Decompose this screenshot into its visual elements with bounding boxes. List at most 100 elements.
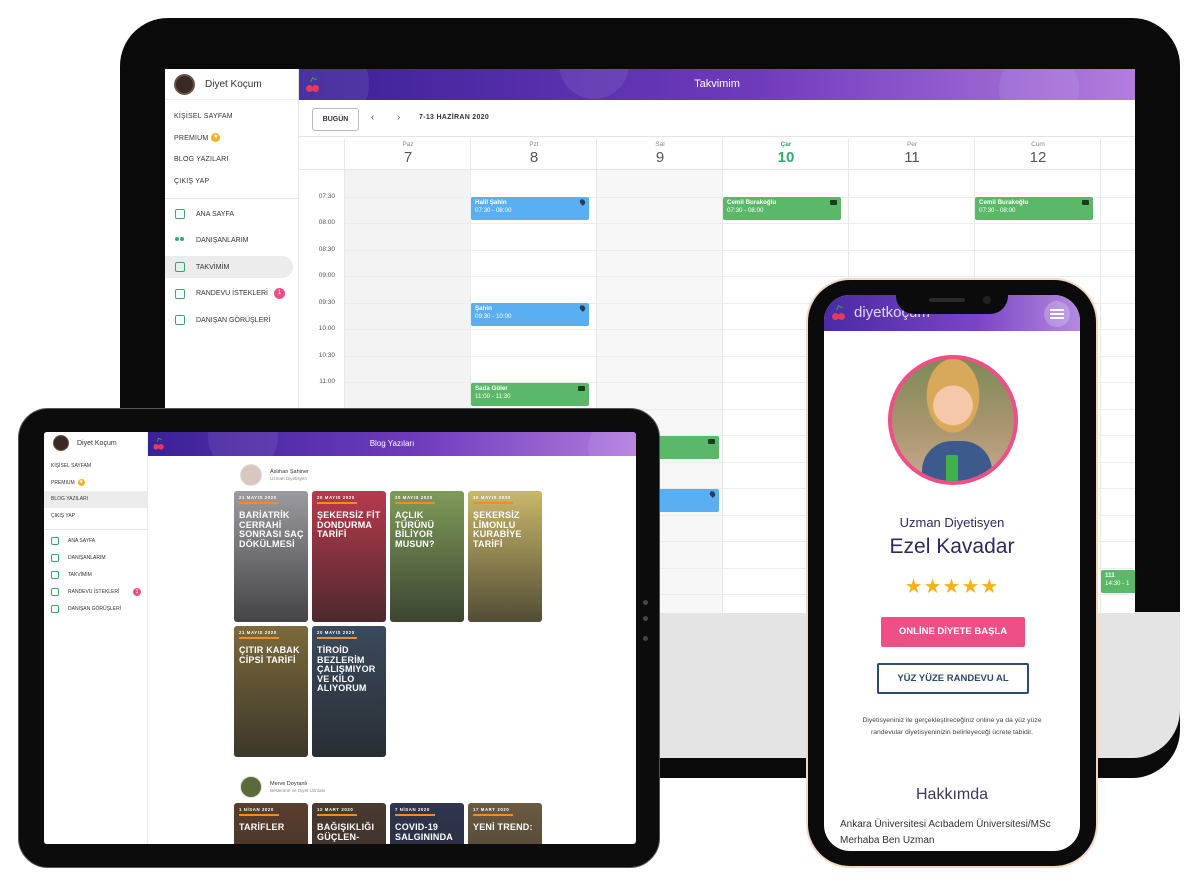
blog-card[interactable]: 20 MAYIS 2020 ŞEKERSİZ FİT DONDURMA TARİF… [312,491,386,622]
blog-card[interactable]: 21 MAYIS 2020 BARİATRİK CERRAHİ SONRASI S… [234,491,308,622]
blog-card[interactable]: 1 NİSAN 2020 TARİFLER [234,803,308,844]
calendar-event[interactable]: Şahin 09:30 - 10:00 [471,303,589,326]
image-icon [175,315,185,325]
blog-card[interactable]: 20 MAYIS 2020 TİROİD BEZLERİM ÇALIŞMIYOR … [312,626,386,757]
link-blog[interactable]: BLOG YAZILARI [44,491,147,508]
cherry-logo-icon [832,305,846,320]
dashboard-icon [175,209,185,219]
dietitian-name: Ezel Kavadar [889,535,1015,558]
sidebar-item-requests[interactable]: RANDEVU İSTEKLERİ 1 [165,283,293,305]
link-personal-page[interactable]: KİŞİSEL SAYFAM [44,458,147,475]
sidebar-item-calendar[interactable]: TAKVİMİM [44,566,147,583]
sidebar-item-reviews[interactable]: DANIŞAN GÖRÜŞLERİ [44,600,147,617]
sidebar-item-reviews[interactable]: DANIŞAN GÖRÜŞLERİ [165,309,293,331]
day-number: 8 [529,149,539,166]
card-date: 1 NİSAN 2020 [239,807,274,812]
sidebar-divider [165,198,298,199]
author-row[interactable]: Merve Doyranlı Beslenme ve Diyet Uzmanı [240,776,325,798]
calendar-event[interactable]: Cemil Burakoğlu 07:30 - 08:00 [975,197,1093,220]
day-header-wed[interactable]: Çar 10 [723,138,849,169]
calendar-check-icon [51,587,59,596]
day-header-mon[interactable]: Pzt 8 [471,138,597,169]
calendar-event[interactable]: 111 14:30 - 1 [1101,570,1135,593]
about-text: Ankara Üniversitesi Acıbadem Üniversites… [840,819,1051,846]
card-date: 20 MAYIS 2020 [317,630,355,635]
calendar-event[interactable]: Halil Şahin 07:30 - 08:00 [471,197,589,220]
card-accent [473,814,513,816]
sidebar-brand[interactable]: Diyet Koçum [165,69,298,100]
tablet-screen: Diyet Koçum KİŞİSEL SAYFAM PREMIUM ★ BLOG… [44,432,636,844]
link-premium[interactable]: PREMIUM ★ [44,475,147,492]
blog-card[interactable]: 21 MAYIS 2020 ÇITIR KABAK CİPSİ TARİFİ [234,626,308,757]
grid-line [344,250,1135,251]
event-time: 14:30 - 1 [1105,580,1130,587]
day-header-fri[interactable]: Cum 12 [975,138,1101,169]
today-button[interactable]: BUGÜN [312,108,359,131]
dietitian-photo [888,355,1018,485]
star-icon: ★ [77,478,85,486]
sidebar-item-label: RANDEVU İSTEKLERİ [196,290,268,297]
grid-line [344,223,1135,224]
video-camera-icon [708,439,715,444]
image-icon [51,604,59,613]
grid-line [344,276,1135,277]
event-time: 09:30 - 10:00 [475,313,512,320]
day-number: 9 [655,149,665,166]
card-title: BARİATRİK CERRAHİ SONRASI SAÇ DÖKÜLMESİ [239,510,304,549]
link-blog[interactable]: BLOG YAZILARI [165,149,298,171]
link-logout[interactable]: ÇIKIŞ YAP [165,171,298,193]
sidebar-item-home[interactable]: ANA SAYFA [165,203,293,225]
event-time: 07:30 - 08:00 [475,207,512,214]
book-in-person-button[interactable]: YÜZ YÜZE RANDEVU AL [877,663,1029,694]
menu-icon[interactable] [1044,301,1070,327]
link-personal-page[interactable]: KİŞİSEL SAYFAM [165,106,298,128]
sidebar-item-clients[interactable]: DANIŞANLARIM [165,230,293,252]
author-name: Merve Doyranlı [270,781,308,787]
blog-card[interactable]: 17 MART 2020 YENİ TREND: [468,803,542,844]
card-accent [473,502,513,504]
avatar [240,776,262,798]
day-header-tue[interactable]: Sal 9 [597,138,723,169]
sidebar-item-home[interactable]: ANA SAYFA [44,532,147,549]
card-accent [395,814,435,816]
blog-card[interactable]: 12 MART 2020 BAĞIŞIKLIĞI GÜÇLEN- [312,803,386,844]
link-premium[interactable]: PREMIUM ★ [165,128,298,150]
blog-card[interactable]: 20 MAYIS 2020 ŞEKERSİZ LİMONLU KURABİYE T… [468,491,542,622]
time-label: 08:30 [318,246,335,253]
rating-stars-icon: ★★★★★ [904,576,1000,598]
calendar-event[interactable]: Cemil Burakoğlu 07:30 - 08:00 [723,197,841,220]
card-accent [239,502,279,504]
card-date: 12 MART 2020 [317,807,354,812]
brand-name: Diyet Koçum [77,439,117,447]
sidebar-item-label: DANIŞANLARIM [68,554,106,561]
calendar-icon [175,262,185,272]
day-name: Pzt [529,141,539,148]
pricing-note: Diyetisyeniniz ile gerçekleştireceğiniz … [862,717,1042,736]
sidebar-item-label: RANDEVU İSTEKLERİ [68,588,120,595]
card-accent [317,502,357,504]
sidebar-item-calendar[interactable]: TAKVİMİM [165,256,293,278]
blog-card[interactable]: 7 NİSAN 2020 COVID-19 SALGININDA [390,803,464,844]
chevron-left-icon[interactable]: ‹ [371,112,374,123]
phone-screen: diyetkoçum Uzman Diyetisyen Ezel Kavadar… [824,295,1080,851]
sidebar-item-clients[interactable]: DANIŞANLARIM [44,549,147,566]
link-logout[interactable]: ÇIKIŞ YAP [44,508,147,525]
page-title: Blog Yazıları [369,439,415,448]
day-header-thu[interactable]: Per 11 [849,138,975,169]
sidebar-item-label: DANIŞAN GÖRÜŞLERİ [196,316,271,324]
event-client: Cemil Burakoğlu [979,199,1029,206]
blog-card[interactable]: 20 MAYIS 2020 AÇLIK TÜRÜNÜ BİLİYOR MUSUN? [390,491,464,622]
sidebar-brand[interactable]: Diyet Koçum [44,432,147,454]
day-header-sun[interactable]: Paz 7 [345,138,471,169]
video-camera-icon [830,200,837,205]
sidebar-item-requests[interactable]: RANDEVU İSTEKLERİ 1 [44,583,147,600]
chevron-right-icon[interactable]: › [397,112,400,123]
calendar-event[interactable]: Sada Güler 11:00 - 11:30 [471,383,589,406]
time-label: 10:30 [318,352,335,359]
day-number: 10 [777,149,795,166]
about-heading: Hakkımda [915,786,989,803]
location-pin-icon [708,490,717,498]
start-online-diet-button[interactable]: ONLİNE DİYETE BAŞLA [881,617,1025,647]
day-number: 12 [1029,149,1047,166]
author-row[interactable]: Aslıhan Şahiner Uzman Diyetisyen [240,464,309,486]
